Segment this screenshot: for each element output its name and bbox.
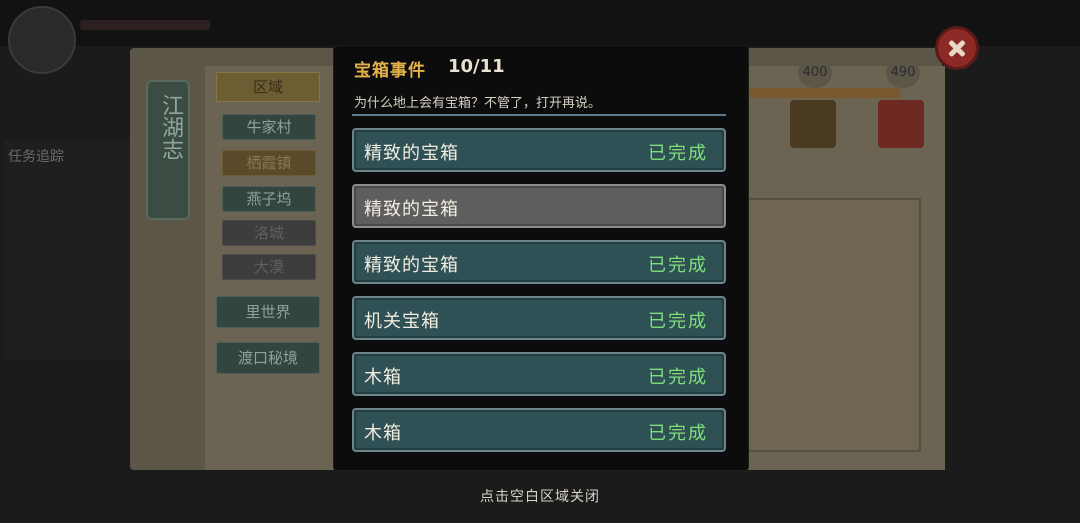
region-tab[interactable]: 区域 <box>216 72 320 102</box>
modal-description: 为什么地上会有宝箱？不管了，打开再说。 <box>354 96 602 111</box>
tab-ferry-secret[interactable]: 渡口秘境 <box>216 342 320 374</box>
chest-item[interactable]: 精致的宝箱 <box>352 184 726 228</box>
jianghu-plaque: 江湖志 <box>146 80 190 220</box>
close-icon[interactable] <box>935 26 979 70</box>
region-item-3[interactable]: 洛城 <box>222 220 316 246</box>
reward-progress-bar <box>748 88 900 98</box>
claimed-reward-icon[interactable] <box>790 100 836 148</box>
chest-item[interactable]: 机关宝箱 已完成 <box>352 296 726 340</box>
chest-name: 木箱 <box>364 423 402 444</box>
region-map[interactable] <box>745 198 921 452</box>
chest-name: 机关宝箱 <box>364 311 440 332</box>
chest-event-modal: 宝箱事件 10/11 为什么地上会有宝箱？不管了，打开再说。 精致的宝箱 已完成… <box>334 46 748 470</box>
plaque-text: 江湖志 <box>158 94 183 160</box>
close-hint[interactable]: 点击空白区域关闭 <box>0 486 1080 506</box>
chest-item[interactable]: 木箱 已完成 <box>352 408 726 452</box>
chest-count: 10/11 <box>448 56 505 77</box>
chest-item[interactable]: 木箱 已完成 <box>352 352 726 396</box>
region-item-1[interactable]: 栖霞镇 <box>222 150 316 176</box>
divider <box>352 114 726 116</box>
chest-name: 精致的宝箱 <box>364 255 459 276</box>
modal-title: 宝箱事件 <box>354 61 426 81</box>
completed-status: 已完成 <box>648 423 708 444</box>
chest-name: 精致的宝箱 <box>364 199 459 220</box>
region-item-0[interactable]: 牛家村 <box>222 114 316 140</box>
chest-name: 精致的宝箱 <box>364 143 459 164</box>
player-avatar[interactable] <box>8 6 76 74</box>
chest-name: 木箱 <box>364 367 402 388</box>
chest-item[interactable]: 精致的宝箱 已完成 <box>352 240 726 284</box>
reward-chest-icon[interactable] <box>878 100 924 148</box>
score-badge-490: 490 <box>886 58 920 88</box>
completed-status: 已完成 <box>648 367 708 388</box>
completed-status: 已完成 <box>648 143 708 164</box>
completed-status: 已完成 <box>648 311 708 332</box>
quest-tracker-panel[interactable] <box>4 140 130 360</box>
tab-inner-world[interactable]: 里世界 <box>216 296 320 328</box>
hp-bar <box>80 20 210 30</box>
region-item-2[interactable]: 燕子坞 <box>222 186 316 212</box>
quest-tracker-title: 任务追踪 <box>8 149 64 165</box>
region-item-4[interactable]: 大漠 <box>222 254 316 280</box>
score-badge-400: 400 <box>798 58 832 88</box>
chest-item[interactable]: 精致的宝箱 已完成 <box>352 128 726 172</box>
completed-status: 已完成 <box>648 255 708 276</box>
